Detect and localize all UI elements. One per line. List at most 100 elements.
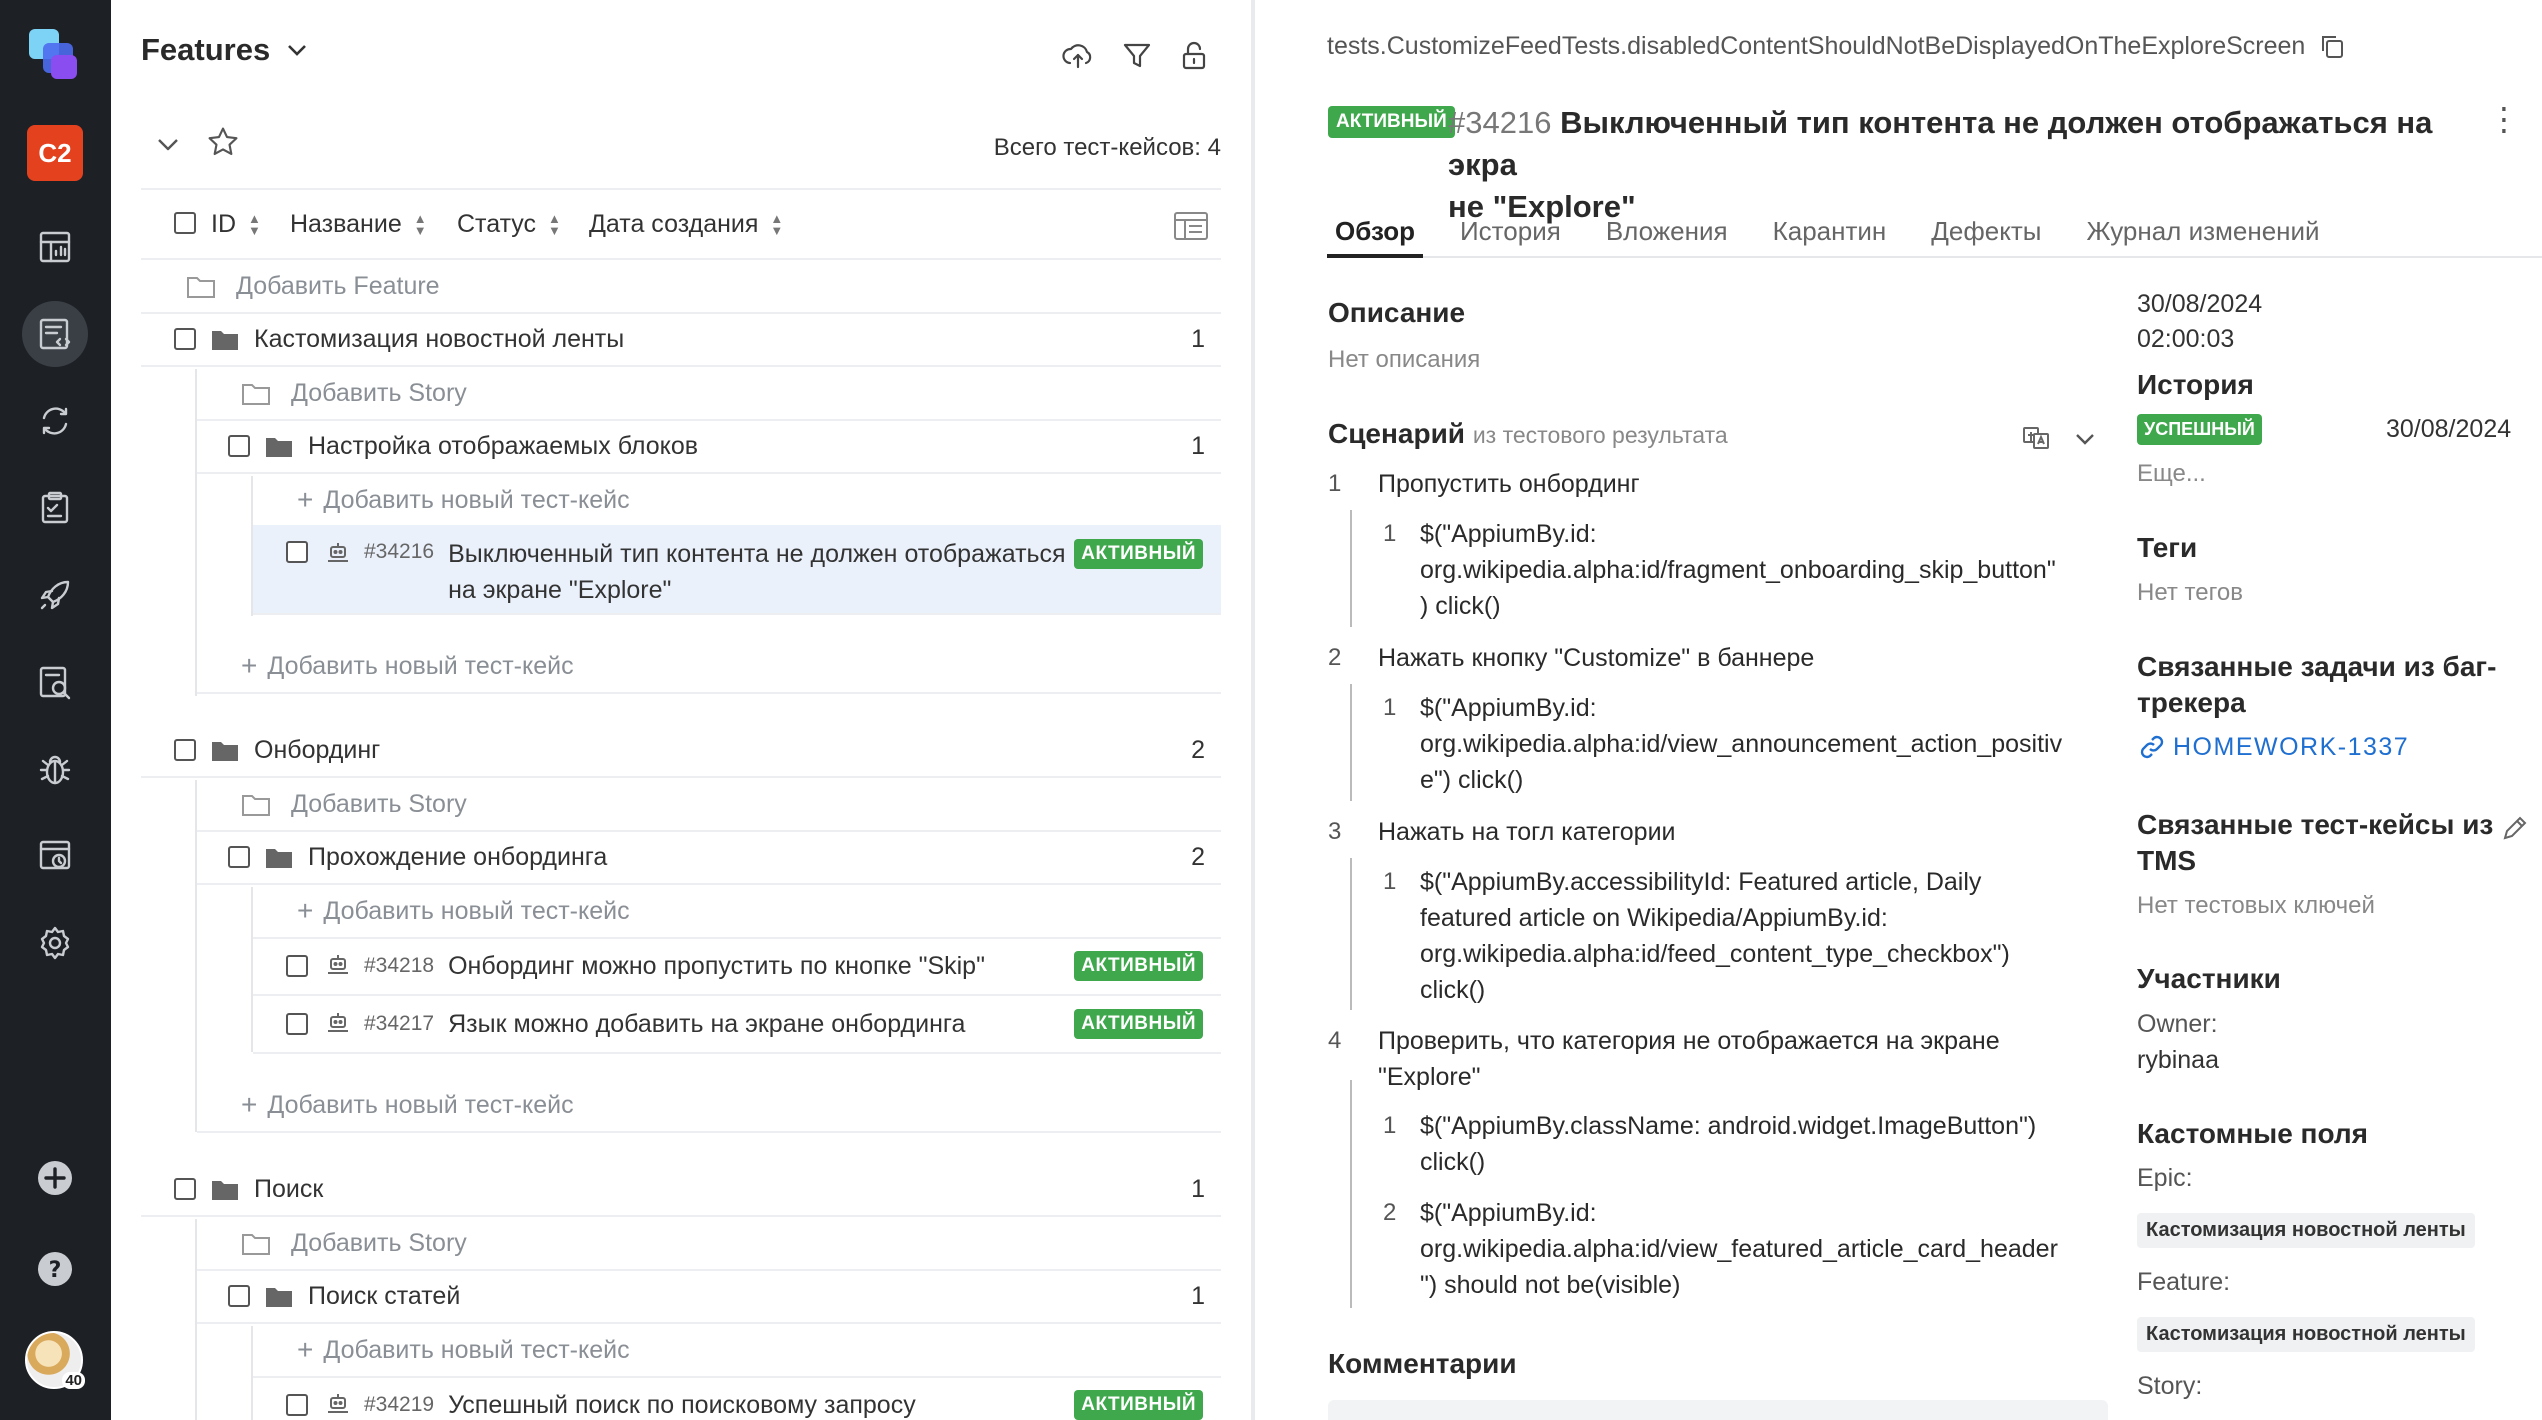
unlock-icon[interactable] (1174, 36, 1214, 76)
column-settings-icon[interactable] (1171, 205, 1211, 245)
status-badge: АКТИВНЫЙ (1074, 951, 1203, 981)
add-feature-link[interactable]: Добавить Feature (236, 272, 440, 301)
row-checkbox[interactable] (286, 1394, 308, 1416)
history-more-link[interactable]: Еще... (2137, 460, 2206, 488)
add-story-link[interactable]: Добавить Story (291, 790, 467, 819)
test-case-row[interactable]: #34219 Успешный поиск по поисковому запр… (253, 1377, 1221, 1420)
test-cases-icon[interactable] (22, 301, 88, 367)
help-icon[interactable]: ? (22, 1236, 88, 1302)
upload-icon[interactable] (1058, 36, 1098, 76)
step-text: Нажать на тогл категории (1378, 818, 1676, 846)
row-checkbox[interactable] (228, 435, 250, 457)
row-checkbox[interactable] (174, 328, 196, 350)
feature-chip[interactable]: Кастомизация новостной ленты (2137, 1317, 2475, 1352)
row-checkbox[interactable] (228, 846, 250, 868)
add-feature-row[interactable]: Добавить Feature (141, 260, 1221, 314)
step-number: 3 (1328, 818, 1342, 845)
chevron-down-icon (288, 45, 307, 56)
story-row[interactable]: Прохождение онбординга 2 (197, 831, 1221, 885)
tab-changelog[interactable]: Журнал изменений (2078, 210, 2327, 256)
row-checkbox[interactable] (174, 1178, 196, 1200)
sort-icon: ▲ ▼ (548, 210, 561, 238)
settings-icon[interactable] (22, 910, 88, 976)
row-checkbox[interactable] (286, 541, 308, 563)
add-case-row[interactable]: + Добавить новый тест-кейс (253, 885, 1221, 939)
column-name[interactable]: Название ▲ ▼ (290, 210, 427, 239)
tab-attachments[interactable]: Вложения (1598, 210, 1736, 256)
case-title: Язык можно добавить на экране онбординга (448, 1009, 966, 1038)
features-tree-panel: Features Всего тест-кейсов: 4 ID ▲ ▼ Назва… (111, 0, 1251, 1420)
substep-number: 1 (1383, 520, 1397, 547)
add-case-link[interactable]: Добавить новый тест-кейс (267, 652, 573, 681)
case-title-line2: на экране "Explore" (448, 576, 672, 604)
add-case-row[interactable]: + Добавить новый тест-кейс (197, 640, 1221, 694)
test-plans-icon[interactable] (22, 475, 88, 541)
sort-icon: ▲ ▼ (770, 210, 784, 238)
column-id[interactable]: ID ▲ ▼ (211, 210, 261, 239)
epic-chip[interactable]: Кастомизация новостной ленты (2137, 1213, 2475, 1248)
chevron-down-icon[interactable] (2072, 426, 2098, 452)
add-story-row[interactable]: Добавить Story (197, 1217, 1221, 1271)
owner-value: rybinaa (2137, 1046, 2219, 1074)
description-text: Нет описания (1328, 346, 1481, 373)
test-case-row[interactable]: #34218 Онбординг можно пропустить по кно… (253, 938, 1221, 996)
add-story-row[interactable]: Добавить Story (197, 778, 1221, 832)
add-case-link[interactable]: Добавить новый тест-кейс (323, 1336, 629, 1365)
tab-quarantine[interactable]: Карантин (1765, 210, 1895, 256)
column-status[interactable]: Статус ▲ ▼ (457, 210, 561, 239)
description-heading: Описание (1328, 297, 1466, 328)
story-row[interactable]: Настройка отображаемых блоков 1 (197, 420, 1221, 474)
launches-icon[interactable] (22, 388, 88, 454)
feature-row[interactable]: Поиск 1 (141, 1163, 1221, 1217)
collapse-all-button[interactable] (151, 127, 185, 161)
edit-pencil-icon[interactable] (2500, 813, 2530, 843)
story-row[interactable]: Поиск статей 1 (197, 1270, 1221, 1324)
test-case-row[interactable]: #34217 Язык можно добавить на экране онб… (253, 996, 1221, 1054)
app-logo-icon[interactable] (25, 25, 83, 83)
row-checkbox[interactable] (174, 739, 196, 761)
add-icon[interactable] (22, 1145, 88, 1211)
row-checkbox[interactable] (286, 1013, 308, 1035)
copy-icon[interactable] (2317, 31, 2347, 61)
translate-icon[interactable] (2021, 422, 2051, 452)
add-case-row[interactable]: + Добавить новый тест-кейс (253, 474, 1221, 528)
project-badge[interactable]: C2 (27, 125, 83, 181)
test-case-row-selected[interactable]: #34216 Выключенный тип контента не долже… (253, 525, 1221, 615)
row-checkbox[interactable] (286, 955, 308, 977)
substep-line: org.wikipedia.alpha:id/view_featured_art… (1420, 1235, 2058, 1263)
add-case-link[interactable]: Добавить новый тест-кейс (323, 897, 629, 926)
add-story-link[interactable]: Добавить Story (291, 1229, 467, 1258)
filter-icon[interactable] (1117, 36, 1157, 76)
analytics-icon[interactable] (22, 649, 88, 715)
dashboard-icon[interactable] (22, 214, 88, 280)
defects-icon[interactable] (22, 736, 88, 802)
tree-selector[interactable]: Features (141, 32, 310, 68)
column-created[interactable]: Дата создания ▲ ▼ (589, 210, 783, 239)
jobs-icon[interactable] (22, 562, 88, 628)
feature-row[interactable]: Онбординг 2 (141, 724, 1221, 778)
comment-input[interactable] (1328, 1400, 2108, 1420)
history-status-badge[interactable]: УСПЕШНЫЙ (2137, 414, 2262, 445)
sort-icon: ▲ ▼ (248, 210, 261, 238)
add-case-link[interactable]: Добавить новый тест-кейс (267, 1091, 573, 1120)
story-count: 1 (1191, 1281, 1205, 1310)
reports-icon[interactable] (22, 823, 88, 889)
issue-link[interactable]: HOMEWORK-1337 (2137, 732, 2409, 762)
add-case-row[interactable]: + Добавить новый тест-кейс (253, 1324, 1221, 1378)
tab-overview[interactable]: Обзор (1327, 210, 1423, 258)
select-all-checkbox[interactable] (174, 212, 196, 234)
more-vert-icon[interactable]: ⋮ (2488, 103, 2520, 135)
add-case-link[interactable]: Добавить новый тест-кейс (323, 486, 629, 515)
tab-defects[interactable]: Дефекты (1923, 210, 2049, 256)
tags-value: Нет тегов (2137, 579, 2243, 606)
add-story-link[interactable]: Добавить Story (291, 379, 467, 408)
story-label: Story: (2137, 1372, 2203, 1400)
created-date: 30/08/2024 (2137, 290, 2263, 318)
row-checkbox[interactable] (228, 1285, 250, 1307)
user-avatar[interactable]: 40 (25, 1331, 85, 1389)
add-case-row[interactable]: + Добавить новый тест-кейс (197, 1079, 1221, 1133)
add-story-row[interactable]: Добавить Story (197, 367, 1221, 421)
feature-row[interactable]: Кастомизация новостной ленты 1 (141, 313, 1221, 367)
favorite-star-icon[interactable] (206, 125, 244, 163)
tab-history[interactable]: История (1452, 210, 1569, 256)
